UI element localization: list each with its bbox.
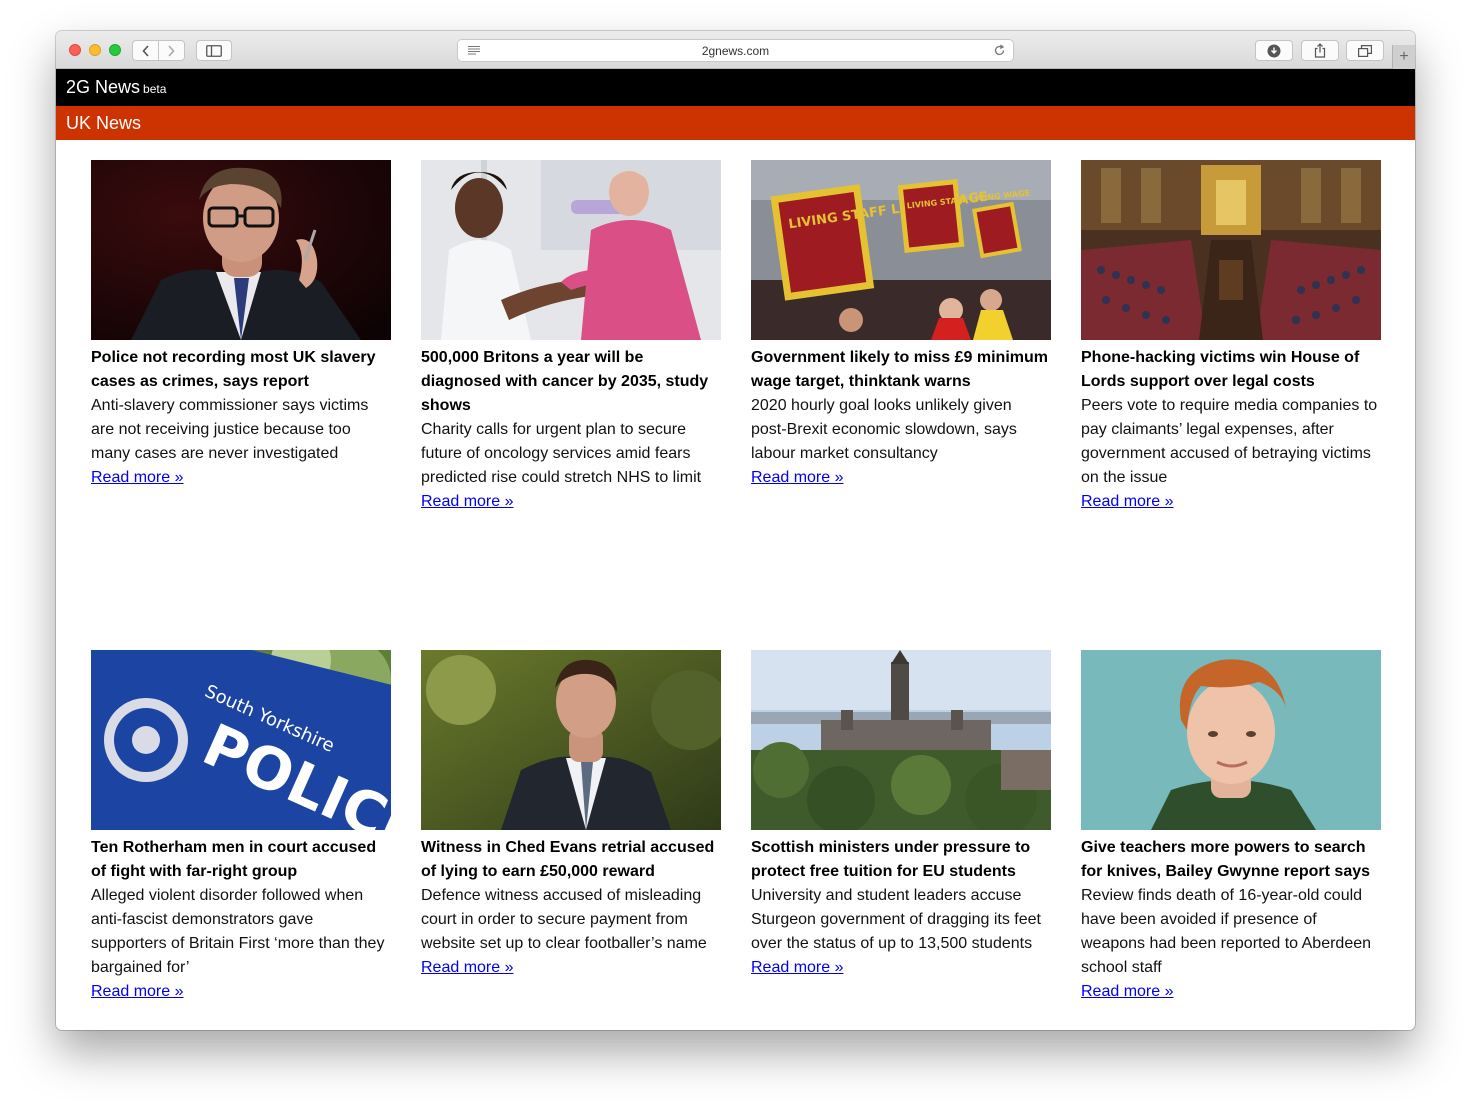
- close-window-button[interactable]: [69, 44, 81, 56]
- beta-badge: beta: [143, 82, 167, 96]
- photo-university-skyline: [751, 650, 1051, 830]
- article-headline: 500,000 Britons a year will be diagnosed…: [421, 349, 709, 414]
- site-header: 2G News beta: [56, 69, 1415, 106]
- read-more-link[interactable]: Read more »: [91, 980, 184, 1004]
- address-bar[interactable]: 2gnews.com: [457, 39, 1014, 62]
- sidebar-button[interactable]: [196, 40, 232, 61]
- chevron-right-icon: [168, 44, 176, 57]
- article-card: Scottish ministers under pressure to pro…: [751, 650, 1051, 980]
- url-text: 2gnews.com: [701, 44, 770, 58]
- article-headline: Give teachers more powers to search for …: [1081, 839, 1371, 880]
- article-summary: Anti-slavery commissioner says victims a…: [91, 397, 369, 462]
- article-summary: University and student leaders accuse St…: [751, 887, 1041, 952]
- article-summary: Peers vote to require media companies to…: [1081, 397, 1378, 486]
- photo-police-sign: POLICE South Yorkshire: [91, 650, 391, 830]
- chevron-left-icon: [141, 44, 149, 57]
- article-headline: Phone-hacking victims win House of Lords…: [1081, 349, 1360, 390]
- back-button[interactable]: [133, 41, 158, 60]
- article-card: Phone-hacking victims win House of Lords…: [1081, 160, 1381, 514]
- read-more-link[interactable]: Read more »: [1081, 490, 1174, 514]
- article-image[interactable]: [1081, 650, 1381, 830]
- article-image[interactable]: POLICE South Yorkshire: [91, 650, 391, 830]
- section-header: UK News: [56, 106, 1415, 140]
- article-headline: Witness in Ched Evans retrial accused of…: [421, 839, 715, 880]
- photo-red-haired-boy: [1081, 650, 1381, 830]
- navigation-buttons: [132, 40, 185, 61]
- share-button[interactable]: [1301, 40, 1339, 61]
- browser-toolbar: 2gnews.com +: [56, 31, 1415, 69]
- article-headline: Police not recording most UK slavery cas…: [91, 349, 376, 390]
- article-card: POLICE South Yorkshire Ten Rotherham men…: [91, 650, 391, 1004]
- article-headline: Ten Rotherham men in court accused of fi…: [91, 839, 377, 880]
- article-card: Police not recording most UK slavery cas…: [91, 160, 391, 490]
- article-summary: Review finds death of 16-year-old could …: [1081, 887, 1372, 976]
- article-summary: Defence witness accused of misleading co…: [421, 887, 707, 952]
- article-image[interactable]: [1081, 160, 1381, 340]
- article-summary: 2020 hourly goal looks unlikely given po…: [751, 397, 1017, 462]
- article-image[interactable]: LIVING STAFF LIVING WAGE LIVING STAFF LI…: [751, 160, 1051, 340]
- article-summary: Alleged violent disorder followed when a…: [91, 887, 385, 976]
- tabs-icon: [1358, 44, 1372, 57]
- new-tab-button[interactable]: +: [1392, 45, 1415, 69]
- article-image[interactable]: [751, 650, 1051, 830]
- section-title: UK News: [66, 113, 142, 133]
- minimize-window-button[interactable]: [89, 44, 101, 56]
- article-card: 500,000 Britons a year will be diagnosed…: [421, 160, 721, 514]
- show-tabs-button[interactable]: [1346, 40, 1384, 61]
- article-image[interactable]: [91, 160, 391, 340]
- sidebar-icon: [206, 44, 222, 57]
- article-image[interactable]: [421, 650, 721, 830]
- read-more-link[interactable]: Read more »: [91, 466, 184, 490]
- article-card: Witness in Ched Evans retrial accused of…: [421, 650, 721, 980]
- photo-living-wage-protest: LIVING STAFF LIVING WAGE LIVING STAFF LI…: [751, 160, 1051, 340]
- article-headline: Government likely to miss £9 minimum wag…: [751, 349, 1048, 390]
- article-card: Give teachers more powers to search for …: [1081, 650, 1381, 1004]
- share-icon: [1314, 43, 1326, 58]
- article-card: LIVING STAFF LIVING WAGE LIVING STAFF LI…: [751, 160, 1051, 490]
- site-title[interactable]: 2G News beta: [66, 77, 166, 98]
- plus-icon: +: [1399, 48, 1409, 65]
- forward-button[interactable]: [159, 41, 184, 60]
- article-image[interactable]: [421, 160, 721, 340]
- read-more-link[interactable]: Read more »: [421, 490, 514, 514]
- browser-window: 2gnews.com + 2G News beta UK News Police…: [56, 31, 1415, 1030]
- site-name: 2G News: [66, 77, 141, 97]
- read-more-link[interactable]: Read more »: [751, 956, 844, 980]
- zoom-window-button[interactable]: [109, 44, 121, 56]
- read-more-link[interactable]: Read more »: [1081, 980, 1174, 1004]
- reload-icon[interactable]: [993, 44, 1006, 57]
- article-headline: Scottish ministers under pressure to pro…: [751, 839, 1031, 880]
- photo-house-of-lords: [1081, 160, 1381, 340]
- photo-doctor-patient: [421, 160, 721, 340]
- download-icon: [1267, 44, 1281, 57]
- downloads-button[interactable]: [1255, 40, 1293, 61]
- read-more-link[interactable]: Read more »: [421, 956, 514, 980]
- photo-man-in-suit: [421, 650, 721, 830]
- read-more-link[interactable]: Read more »: [751, 466, 844, 490]
- article-summary: Charity calls for urgent plan to secure …: [421, 421, 702, 486]
- photo-man-with-pen: [91, 160, 391, 340]
